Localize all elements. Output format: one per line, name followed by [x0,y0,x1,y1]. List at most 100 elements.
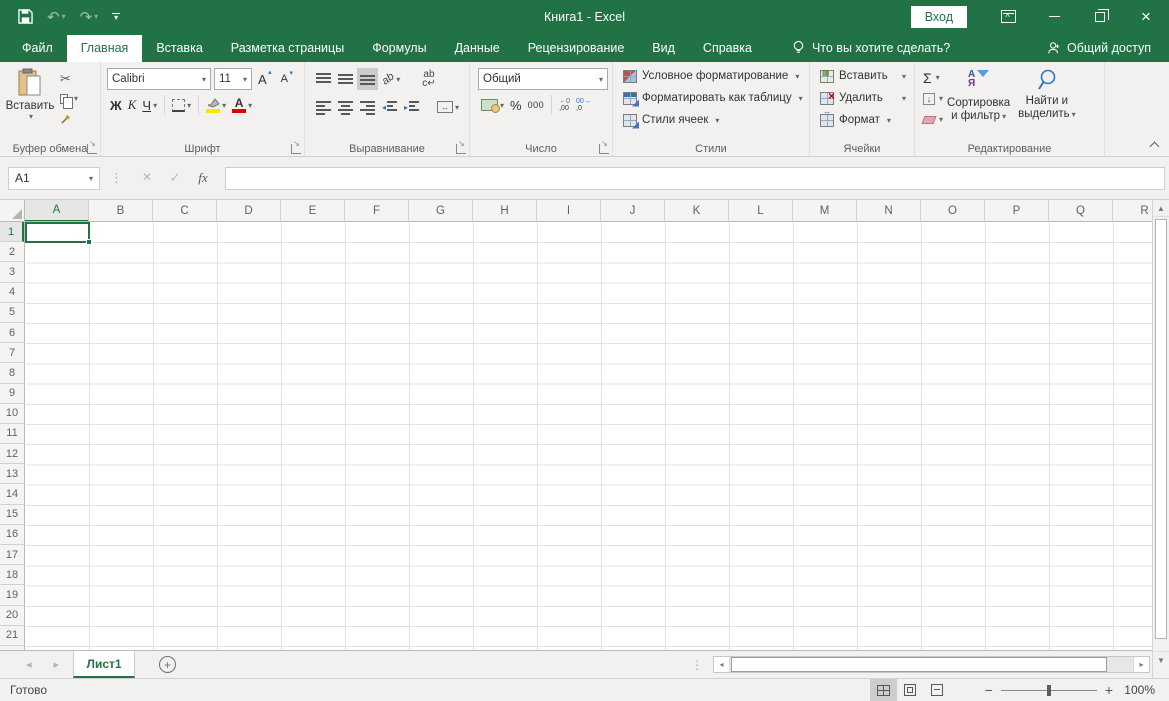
tab-рецензирование[interactable]: Рецензирование [514,35,639,62]
column-header-J[interactable]: J [601,200,665,222]
tab-вид[interactable]: Вид [638,35,689,62]
row-header-10[interactable]: 10 [0,404,24,424]
tab-file[interactable]: Файл [8,35,67,62]
align-right-button[interactable] [357,96,378,118]
column-header-P[interactable]: P [985,200,1049,222]
select-all-corner[interactable] [0,200,25,222]
insert-function-button[interactable]: fx [189,170,217,186]
normal-view-button[interactable] [870,679,897,701]
zoom-out-button[interactable]: − [977,682,1001,698]
scroll-down-icon[interactable]: ▼ [1153,651,1169,668]
column-header-Q[interactable]: Q [1049,200,1113,222]
orientation-button[interactable]: ab▾ [379,68,403,90]
horizontal-scrollbar-thumb[interactable] [731,657,1107,672]
row-header-8[interactable]: 8 [0,363,24,383]
tab-вставка[interactable]: Вставка [142,35,216,62]
column-header-N[interactable]: N [857,200,921,222]
align-bottom-button[interactable] [357,68,378,90]
column-header-L[interactable]: L [729,200,793,222]
clear-button[interactable]: ▾ [923,111,943,128]
customize-quick-access-icon[interactable]: ▾ [112,13,120,20]
zoom-slider-thumb[interactable] [1047,685,1051,696]
font-name-combo[interactable]: Calibri▾ [107,68,211,90]
sign-in-button[interactable]: Вход [911,6,967,28]
sheet-next-icon[interactable]: ▸ [54,658,60,671]
tell-me-box[interactable]: Что вы хотите сделать? [792,40,950,62]
merge-center-button[interactable]: ↔▾ [434,96,462,118]
row-header-6[interactable]: 6 [0,323,24,343]
row-header-18[interactable]: 18 [0,565,24,585]
cells-area[interactable] [26,223,1152,650]
align-middle-button[interactable] [335,68,356,90]
row-header-9[interactable]: 9 [0,384,24,404]
row-header-16[interactable]: 16 [0,525,24,545]
insert-cells-button[interactable]: Вставить▾ [812,65,912,87]
align-center-button[interactable] [335,96,356,118]
cancel-icon[interactable]: × [133,169,161,187]
align-top-button[interactable] [313,68,334,90]
paste-button[interactable]: Вставить ▾ [6,66,54,140]
bold-button[interactable]: Ж [107,94,125,116]
scroll-left-icon[interactable]: ◂ [714,657,730,672]
sort-filter-button[interactable]: АЯ Сортировка и фильтр▾ [947,68,1010,140]
share-button[interactable]: Общий доступ [1047,41,1169,62]
tab-справка[interactable]: Справка [689,35,766,62]
column-header-B[interactable]: B [89,200,153,222]
scroll-up-icon[interactable]: ▲ [1153,200,1169,217]
scroll-right-icon[interactable]: ▸ [1133,657,1149,672]
tab-разметка-страницы[interactable]: Разметка страницы [217,35,358,62]
redo-icon[interactable]: ↷▾ [80,8,99,26]
selected-cell-outline[interactable] [25,222,90,243]
sheet-tab-sheet1[interactable]: Лист1 [73,651,135,678]
row-header-14[interactable]: 14 [0,484,24,504]
number-dialog-launcher-icon[interactable] [599,144,609,154]
row-header-12[interactable]: 12 [0,444,24,464]
sheet-prev-icon[interactable]: ◂ [26,658,32,671]
row-header-13[interactable]: 13 [0,464,24,484]
format-as-table-button[interactable]: Форматировать как таблицу▾ [615,87,807,109]
name-box[interactable]: A1▾ [8,167,100,190]
row-header-11[interactable]: 11 [0,424,24,444]
font-dialog-launcher-icon[interactable] [291,144,301,154]
column-header-G[interactable]: G [409,200,473,222]
increase-decimal-button[interactable]: ←0,00 [556,94,573,116]
increase-indent-button[interactable]: ▸ [401,96,422,118]
autosum-button[interactable]: Σ▾ [923,69,943,86]
find-select-button[interactable]: Найти и выделить▾ [1018,68,1076,140]
vertical-scrollbar-thumb[interactable] [1155,219,1167,639]
column-header-E[interactable]: E [281,200,345,222]
close-button[interactable]: × [1123,0,1169,33]
column-header-O[interactable]: O [921,200,985,222]
row-header-20[interactable]: 20 [0,606,24,626]
tabbar-grip[interactable]: ⋮ [691,658,713,672]
ribbon-display-options-icon[interactable] [985,0,1031,33]
copy-button[interactable]: ▾ [60,90,78,107]
formula-input[interactable] [225,167,1165,190]
format-cells-button[interactable]: Формат▾ [812,109,912,131]
column-header-D[interactable]: D [217,200,281,222]
row-header-17[interactable]: 17 [0,545,24,565]
align-left-button[interactable] [313,96,334,118]
namebox-grip[interactable]: ⋮ [110,170,123,186]
zoom-in-button[interactable]: + [1097,682,1121,698]
row-header-1[interactable]: 1 [0,222,24,242]
enter-check-icon[interactable]: ✓ [161,170,189,186]
zoom-slider[interactable] [1001,690,1097,691]
row-header-4[interactable]: 4 [0,283,24,303]
shrink-font-button[interactable]: A [278,68,296,90]
page-break-view-button[interactable] [924,679,951,701]
column-header-F[interactable]: F [345,200,409,222]
minimize-button[interactable] [1031,0,1077,33]
percent-style-button[interactable]: % [507,94,525,116]
clipboard-dialog-launcher-icon[interactable] [87,144,97,154]
fill-button[interactable]: ↓▾ [923,90,943,107]
row-header-5[interactable]: 5 [0,303,24,323]
new-sheet-button[interactable]: + [159,656,176,673]
save-icon[interactable] [18,9,33,24]
horizontal-scrollbar[interactable]: ◂ ▸ [713,656,1150,673]
font-size-combo[interactable]: 11▾ [214,68,252,90]
column-header-I[interactable]: I [537,200,601,222]
cut-button[interactable]: ✂ [60,70,78,87]
decrease-decimal-button[interactable]: 00→,0 [573,94,594,116]
row-header-3[interactable]: 3 [0,262,24,282]
